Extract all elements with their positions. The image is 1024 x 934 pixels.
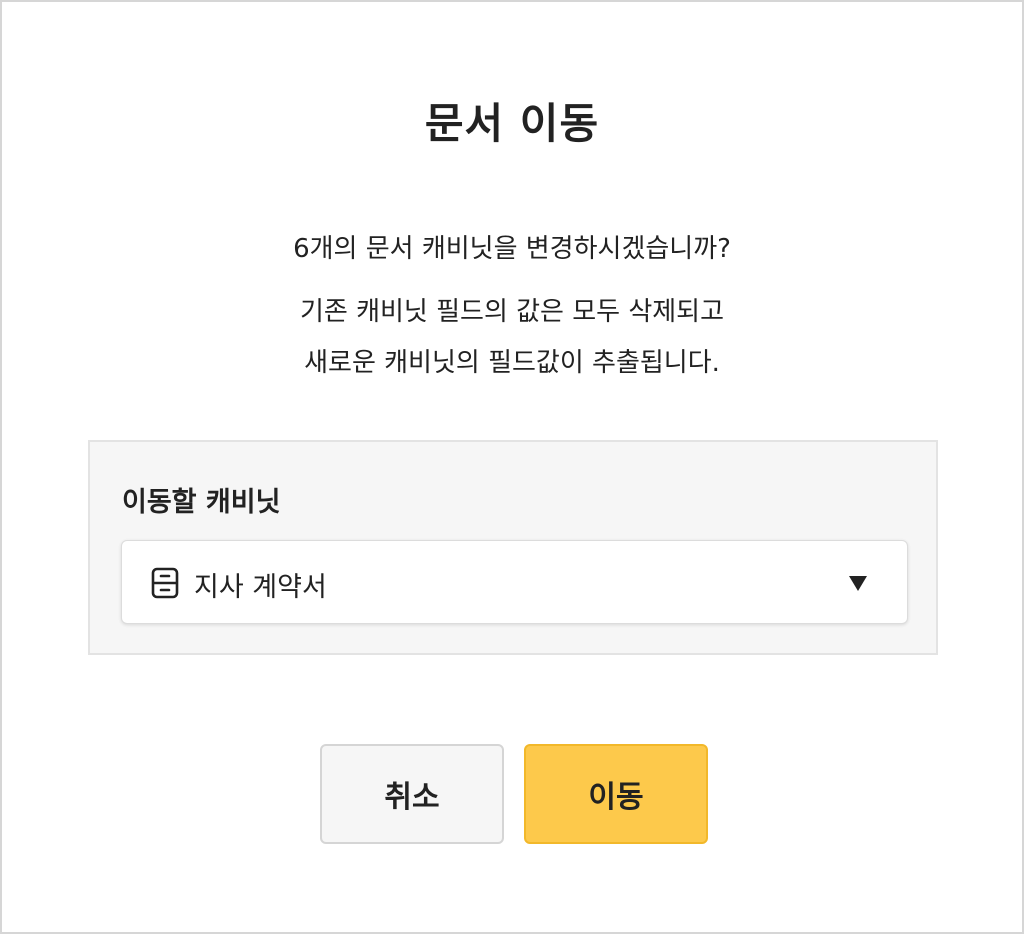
cabinet-select-dropdown[interactable]: 지사 계약서 (121, 540, 908, 624)
dialog-title: 문서 이동 (424, 99, 600, 148)
dialog-message-line1: 6개의 문서 캐비닛을 변경하시겠습니까? (293, 234, 731, 264)
dialog-message-line3: 새로운 캐비닛의 필드값이 추출됩니다. (304, 348, 720, 378)
move-button[interactable]: 이동 (524, 744, 708, 844)
dialog-message-line2: 기존 캐비닛 필드의 값은 모두 삭제되고 (299, 297, 725, 327)
caret-down-icon (849, 576, 867, 591)
cabinet-select-value: 지사 계약서 (194, 572, 327, 603)
cabinet-select-label: 이동할 캐비닛 (122, 487, 281, 518)
cabinet-icon (150, 567, 180, 599)
cabinet-select-panel: 이동할 캐비닛 지사 계약서 (88, 440, 938, 655)
cancel-button[interactable]: 취소 (320, 744, 504, 844)
move-document-dialog: 문서 이동 6개의 문서 캐비닛을 변경하시겠습니까? 기존 캐비닛 필드의 값… (0, 0, 1024, 934)
